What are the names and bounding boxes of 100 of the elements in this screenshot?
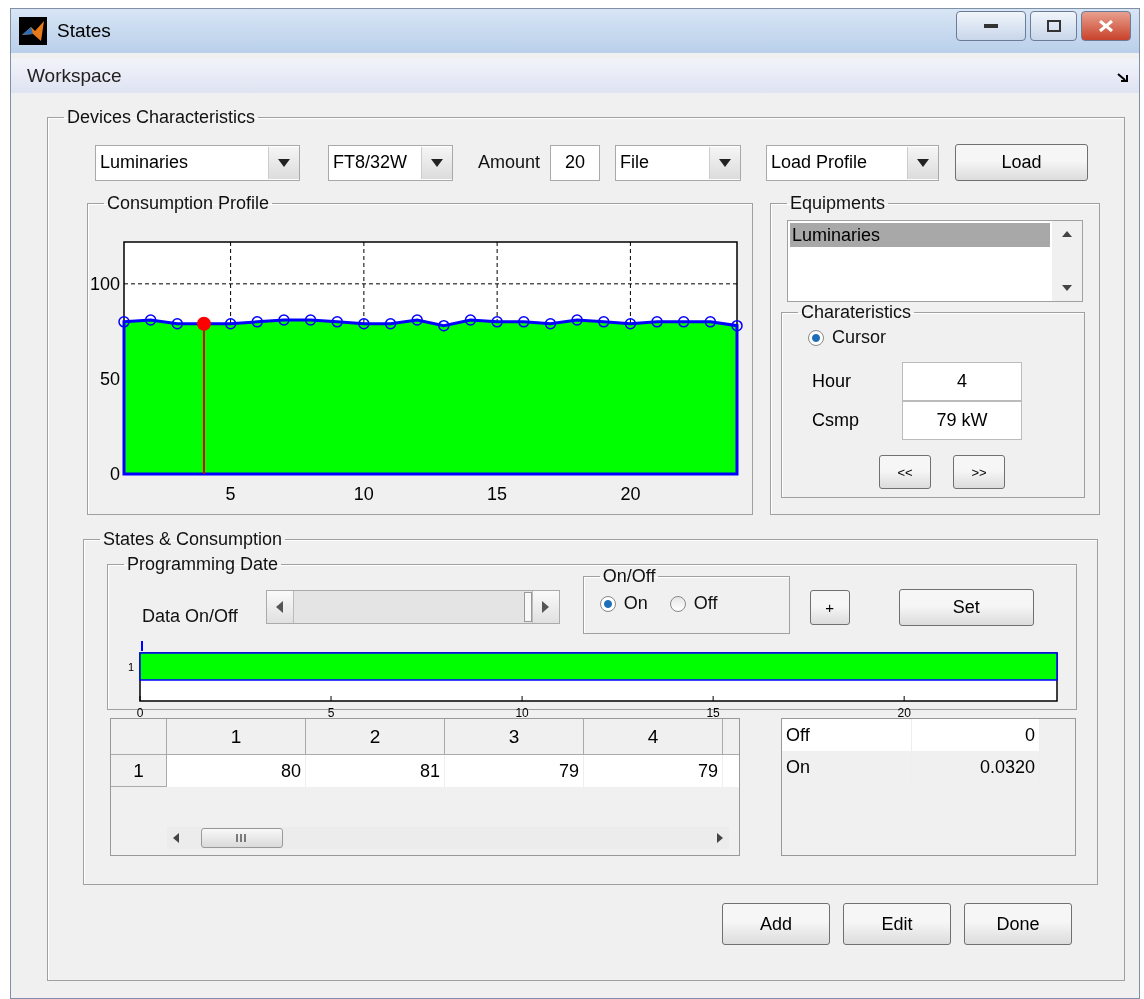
table-cell: Off — [782, 719, 912, 751]
tick-label: 0 — [136, 706, 144, 720]
radio-option[interactable]: On — [599, 593, 648, 614]
panel-title: Equipments — [789, 193, 887, 214]
field-label: Hour — [812, 370, 852, 393]
panel-title: Devices Characteristics — [66, 107, 257, 128]
cursor-radio[interactable]: Cursor — [808, 327, 1084, 348]
field-label: Csmp — [812, 409, 860, 432]
app-logo-icon — [19, 17, 47, 45]
data-point — [544, 318, 557, 330]
value-field[interactable]: 79 kW — [902, 401, 1022, 440]
load-button[interactable]: Load — [955, 144, 1089, 181]
column-header: 4 — [584, 719, 723, 755]
caret-icon — [719, 158, 732, 167]
cursor-point — [196, 316, 211, 331]
tick-label: 15 — [706, 706, 720, 720]
row-header: 1 — [111, 755, 167, 787]
add-button[interactable]: + — [809, 589, 850, 625]
previous-button[interactable]: << — [879, 455, 931, 489]
left-arrow-icon[interactable] — [173, 833, 179, 843]
tick-label: 50 — [99, 368, 120, 389]
action-button[interactable]: Done — [964, 903, 1072, 945]
close-button[interactable] — [1081, 11, 1131, 41]
amount-field[interactable]: 20 — [550, 144, 601, 181]
data-point — [304, 314, 317, 326]
menu-item[interactable]: Workspace — [27, 65, 122, 87]
grip-icon — [235, 834, 249, 842]
table-cell: 79 — [445, 755, 584, 787]
data-point — [224, 318, 237, 330]
scroll-down-icon[interactable] — [1062, 285, 1072, 291]
tick-label: 20 — [620, 484, 641, 504]
radio-option[interactable]: Off — [669, 593, 718, 614]
tick-label: 0 — [110, 464, 120, 484]
scroll-thumb[interactable] — [201, 828, 283, 848]
data-point — [677, 316, 690, 328]
data-point — [331, 316, 343, 328]
tick-label: 100 — [89, 273, 120, 294]
caret-icon — [431, 158, 443, 167]
window-title: States — [57, 20, 111, 42]
minimize-icon — [984, 23, 998, 29]
maximize-button[interactable] — [1030, 11, 1077, 41]
data-point — [651, 316, 663, 328]
left-arrow-icon[interactable] — [276, 601, 284, 613]
profile-dropdown[interactable]: Load Profile — [766, 144, 940, 181]
scroll-up-icon[interactable] — [1062, 231, 1072, 237]
maximize-icon — [1046, 20, 1061, 32]
source-dropdown[interactable]: File — [615, 144, 742, 181]
table-cell: 0 — [912, 719, 1040, 751]
tick-label: 20 — [897, 706, 911, 720]
data-point — [384, 318, 397, 330]
close-icon — [1099, 20, 1113, 32]
data-point — [571, 314, 583, 326]
action-button[interactable]: Edit — [843, 903, 951, 945]
data-point — [704, 316, 717, 328]
table-cell: 79 — [584, 755, 723, 787]
data-point — [731, 319, 743, 332]
set-button[interactable]: Set — [898, 588, 1034, 626]
data-point — [171, 318, 184, 330]
data-point — [144, 314, 157, 326]
panel-title: Programming Date — [126, 554, 280, 575]
panel-title: Consumption Profile — [106, 193, 271, 214]
device-dropdown[interactable]: Luminaries — [95, 144, 300, 181]
data-label: Data On/Off — [142, 605, 238, 627]
data-point — [518, 316, 530, 328]
data-point — [278, 314, 290, 326]
slider[interactable] — [265, 590, 560, 624]
data-point — [598, 316, 610, 328]
column-header: 2 — [306, 719, 445, 755]
caret-icon — [917, 158, 930, 167]
tick-label: 1 — [128, 661, 135, 673]
table-cell: 80 — [167, 755, 306, 787]
model-dropdown[interactable]: FT8/32W — [328, 144, 453, 181]
panel-title: States & Consumption — [102, 529, 284, 550]
column-header: 1 — [167, 719, 306, 755]
tick-label: 5 — [225, 484, 236, 504]
panel-title: On/Off — [601, 566, 657, 587]
tick-label: 10 — [515, 706, 529, 720]
table-cell: 81 — [306, 755, 445, 787]
amount-label: Amount — [478, 152, 541, 173]
list-item[interactable]: Luminaries — [790, 223, 1050, 247]
data-point — [251, 316, 263, 328]
slider-thumb[interactable] — [523, 592, 532, 622]
right-arrow-icon[interactable] — [717, 833, 723, 843]
action-button[interactable]: Add — [722, 903, 830, 945]
tick-label: 5 — [327, 706, 335, 720]
minimize-button[interactable] — [956, 11, 1026, 41]
data-point — [491, 316, 503, 328]
caret-icon — [278, 158, 290, 167]
next-button[interactable]: >> — [953, 455, 1005, 489]
data-point — [118, 316, 130, 328]
dock-arrow-icon[interactable] — [1117, 73, 1129, 83]
tick-label: 15 — [487, 484, 508, 504]
data-point — [358, 318, 370, 330]
panel-title: Charateristics — [800, 302, 913, 323]
data-point — [464, 314, 477, 326]
right-arrow-icon[interactable] — [542, 601, 550, 613]
data-point — [624, 318, 637, 330]
value-field[interactable]: 4 — [902, 362, 1022, 401]
data-point — [411, 314, 423, 326]
column-header: 3 — [445, 719, 584, 755]
